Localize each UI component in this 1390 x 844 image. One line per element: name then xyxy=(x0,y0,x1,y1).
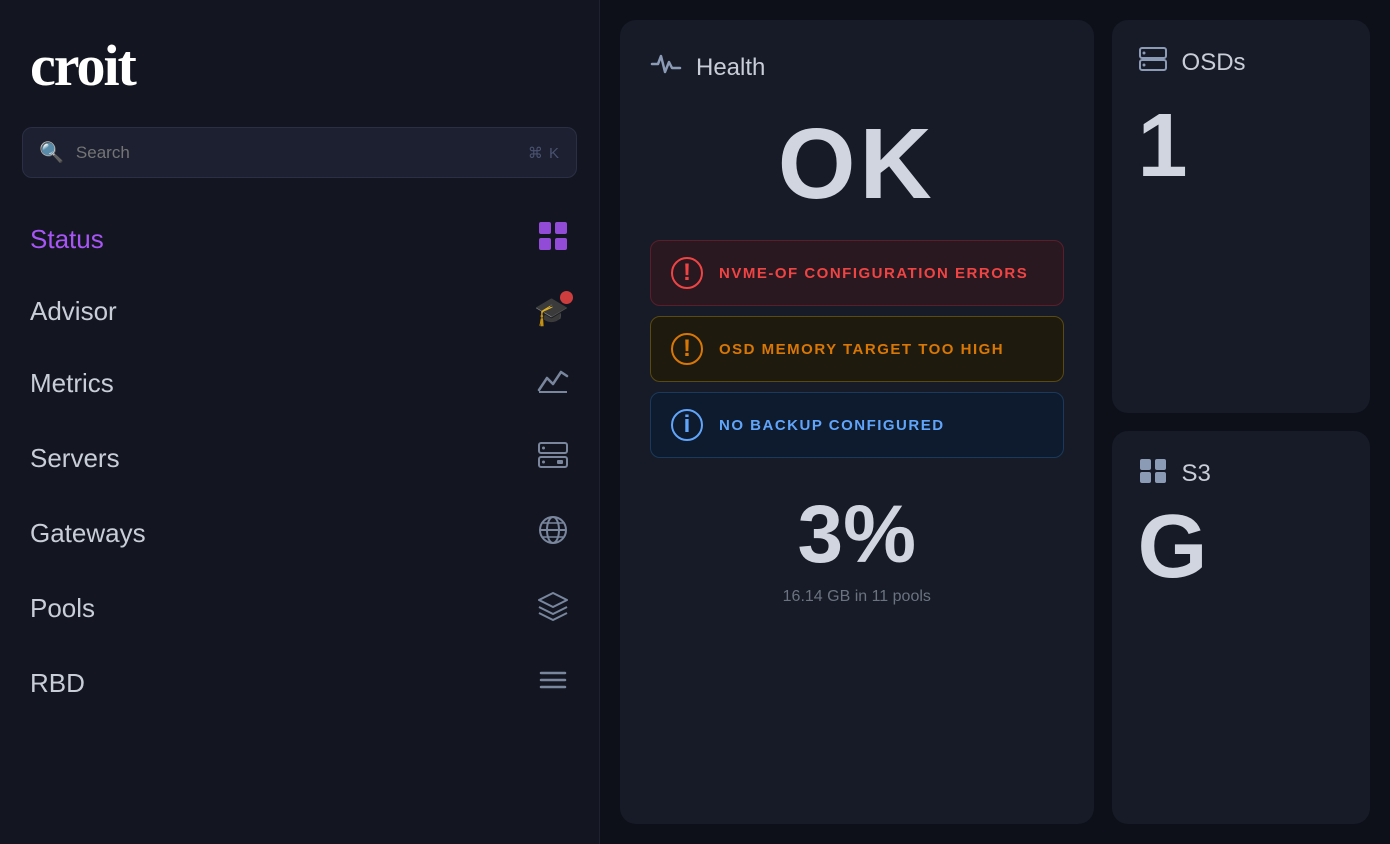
search-bar[interactable]: 🔍 ⌘ K xyxy=(22,127,577,178)
keyboard-shortcut-hint: ⌘ K xyxy=(528,144,560,162)
grid-icon xyxy=(537,220,569,259)
error-icon: ! xyxy=(671,257,703,289)
advisor-notification-badge xyxy=(560,291,573,304)
menu-icon xyxy=(537,664,569,703)
search-icon: 🔍 xyxy=(39,140,64,165)
layers-icon xyxy=(537,589,569,628)
sidebar-item-servers[interactable]: Servers xyxy=(0,421,599,496)
sidebar-item-status[interactable]: Status xyxy=(0,202,599,277)
usage-percent: 3% xyxy=(650,488,1064,582)
osds-card: OSDs 1 xyxy=(1112,20,1370,413)
osds-icon xyxy=(1138,44,1168,81)
alert-backup-text: NO BACKUP CONFIGURED xyxy=(719,417,945,434)
globe-icon xyxy=(537,514,569,553)
health-title: Health xyxy=(696,54,765,82)
alert-osd-warning: ! OSD MEMORY TARGET TOO HIGH xyxy=(650,316,1064,382)
main-content: Health OK ! NVME-OF CONFIGURATION ERRORS… xyxy=(600,0,1390,844)
alert-nvme-error: ! NVME-OF CONFIGURATION ERRORS xyxy=(650,240,1064,306)
heartbeat-icon xyxy=(650,48,682,87)
osds-value: 1 xyxy=(1138,101,1344,191)
s3-icon xyxy=(1138,455,1168,492)
s3-card-header: S3 xyxy=(1138,455,1344,492)
osds-title: OSDs xyxy=(1182,49,1246,77)
health-status: OK xyxy=(650,107,1064,222)
advisor-icon: 🎓 xyxy=(534,295,569,328)
sidebar-item-metrics[interactable]: Metrics xyxy=(0,346,599,421)
logo: croit xyxy=(30,32,135,99)
sidebar: croit 🔍 ⌘ K Status Advisor 🎓 Metrics xyxy=(0,0,600,844)
s3-value: G xyxy=(1138,502,1344,592)
s3-card: S3 G xyxy=(1112,431,1370,824)
chart-icon xyxy=(537,364,569,403)
health-card-header: Health xyxy=(650,48,1064,87)
server-icon xyxy=(537,439,569,478)
health-card: Health OK ! NVME-OF CONFIGURATION ERRORS… xyxy=(620,20,1094,824)
right-column: OSDs 1 S3 G xyxy=(1112,20,1370,824)
warning-icon: ! xyxy=(671,333,703,365)
sidebar-item-rbd[interactable]: RBD xyxy=(0,646,599,721)
storage-detail: 16.14 GB in 11 pools xyxy=(650,588,1064,606)
logo-area: croit xyxy=(0,0,599,127)
search-input[interactable] xyxy=(76,143,516,163)
s3-title: S3 xyxy=(1182,460,1211,488)
sidebar-item-gateways[interactable]: Gateways xyxy=(0,496,599,571)
alert-nvme-text: NVME-OF CONFIGURATION ERRORS xyxy=(719,265,1028,282)
info-icon: i xyxy=(671,409,703,441)
sidebar-item-advisor[interactable]: Advisor 🎓 xyxy=(0,277,599,346)
alert-backup-info: i NO BACKUP CONFIGURED xyxy=(650,392,1064,458)
osds-card-header: OSDs xyxy=(1138,44,1344,81)
sidebar-item-pools[interactable]: Pools xyxy=(0,571,599,646)
alert-list: ! NVME-OF CONFIGURATION ERRORS ! OSD MEM… xyxy=(650,240,1064,458)
alert-osd-text: OSD MEMORY TARGET TOO HIGH xyxy=(719,341,1004,358)
